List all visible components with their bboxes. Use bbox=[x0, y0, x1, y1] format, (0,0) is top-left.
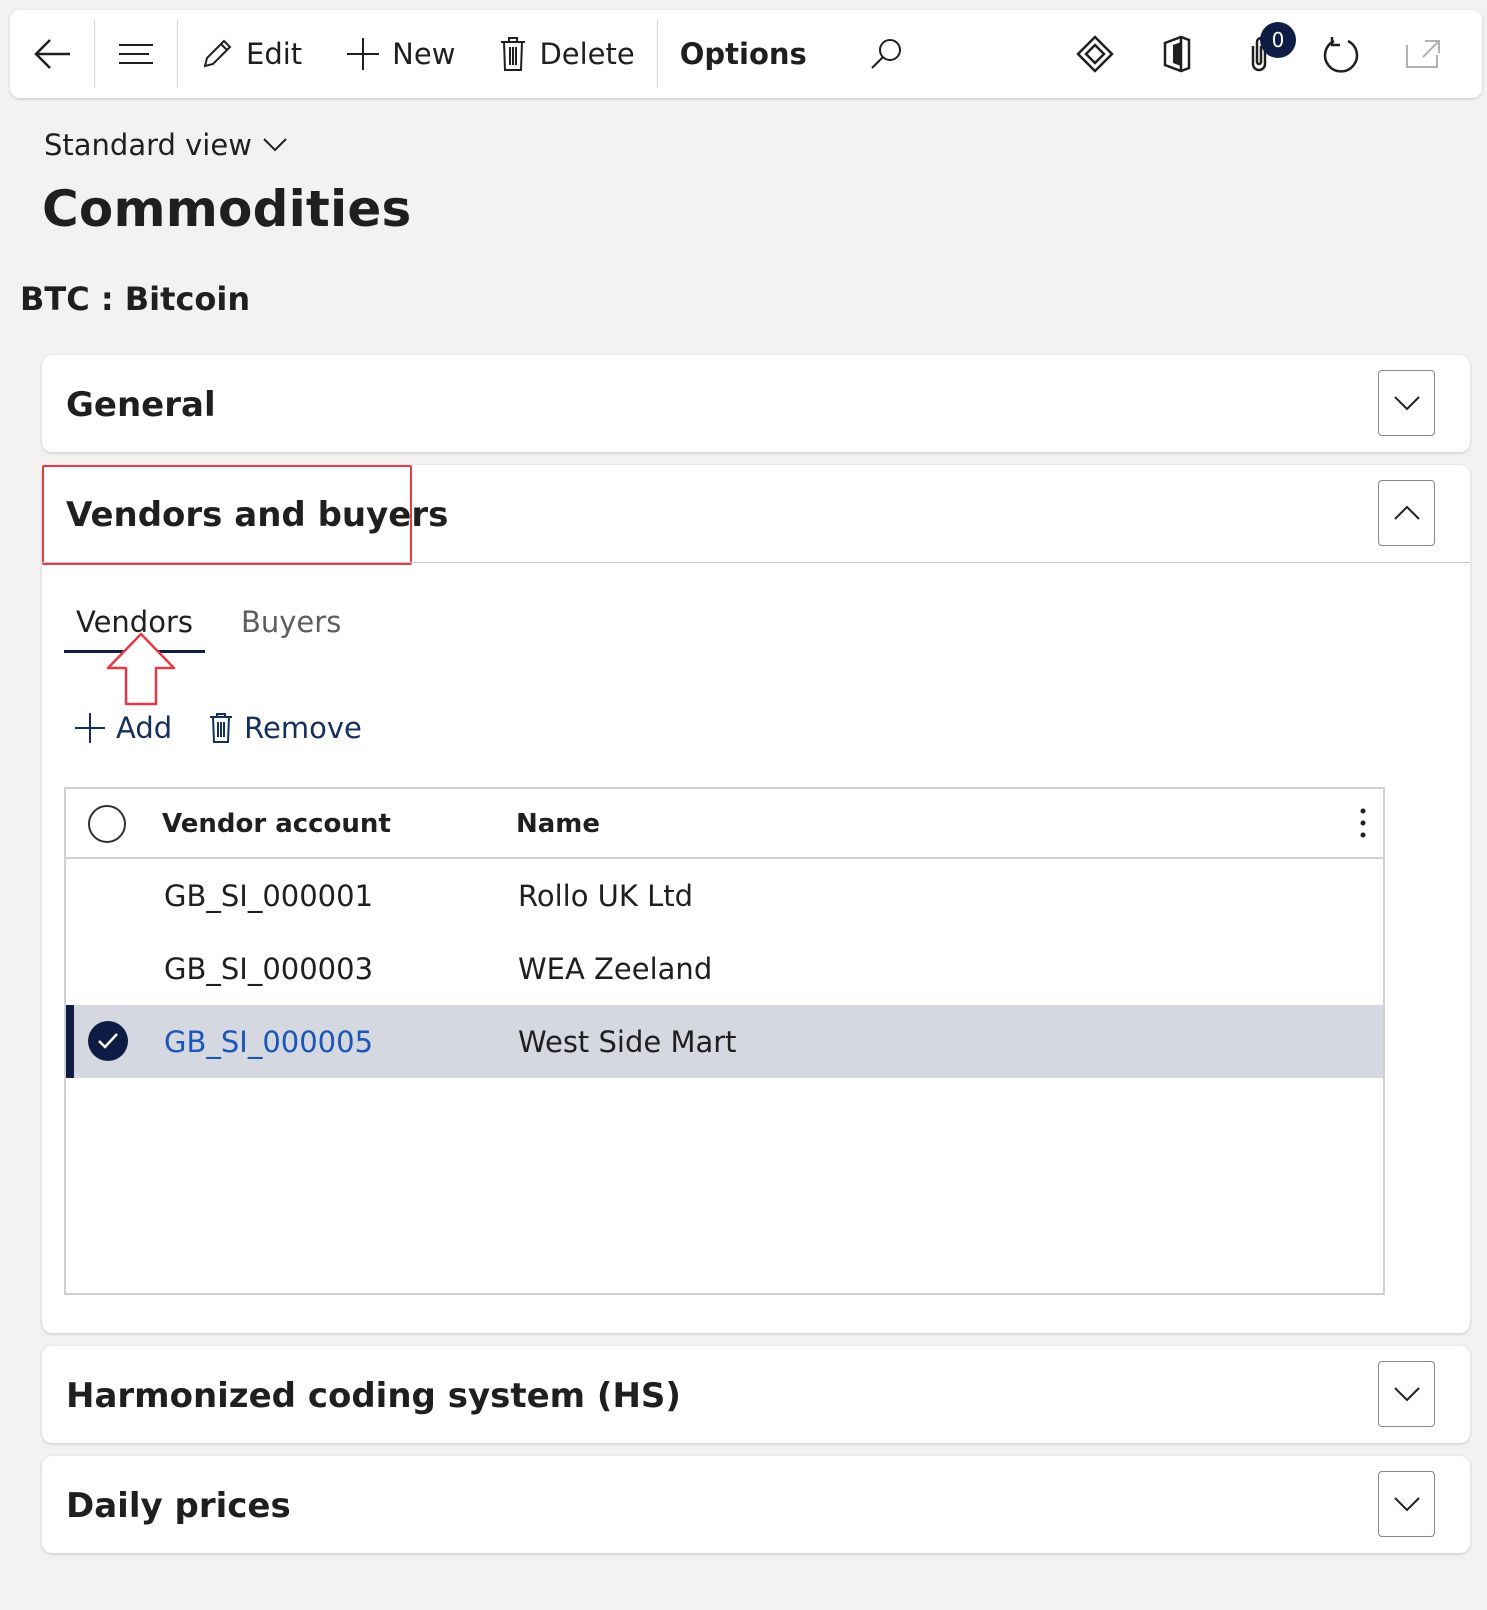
search-button[interactable] bbox=[829, 10, 925, 98]
collapse-button[interactable] bbox=[1378, 480, 1435, 546]
chevron-down-icon bbox=[1393, 396, 1420, 411]
view-selector[interactable]: Standard view bbox=[44, 128, 288, 162]
fasttab-daily-prices[interactable]: Daily prices bbox=[42, 1456, 1470, 1553]
hamburger-icon bbox=[119, 44, 153, 64]
back-arrow-icon bbox=[34, 39, 70, 69]
open-in-new-icon bbox=[1406, 40, 1440, 68]
fasttab-header[interactable]: Daily prices bbox=[42, 1456, 1470, 1553]
plus-icon bbox=[75, 713, 105, 743]
fasttab-title: General bbox=[66, 385, 216, 425]
chevron-down-icon bbox=[1393, 1497, 1420, 1512]
record-title: BTC : Bitcoin bbox=[20, 280, 251, 318]
page-title: Commodities bbox=[42, 180, 412, 238]
new-button[interactable]: New bbox=[324, 10, 477, 98]
grid-header: Vendor account Name bbox=[66, 789, 1383, 859]
attachments-badge: 0 bbox=[1260, 22, 1296, 58]
cell-name: West Side Mart bbox=[518, 1025, 737, 1059]
grid-action-bar: Add Remove bbox=[74, 711, 398, 745]
chevron-down-icon bbox=[1393, 1387, 1420, 1402]
view-selector-label: Standard view bbox=[44, 128, 252, 162]
refresh-icon bbox=[1323, 37, 1359, 73]
back-button[interactable] bbox=[10, 10, 94, 98]
fasttab-hs[interactable]: Harmonized coding system (HS) bbox=[42, 1346, 1470, 1443]
new-label: New bbox=[392, 37, 456, 71]
delete-button[interactable]: Delete bbox=[477, 10, 656, 98]
remove-button[interactable]: Remove bbox=[208, 711, 362, 745]
select-all-checkbox[interactable] bbox=[88, 805, 126, 843]
expand-button[interactable] bbox=[1378, 1471, 1435, 1537]
fasttab-header[interactable]: Harmonized coding system (HS) bbox=[42, 1346, 1470, 1443]
row-checkbox-checked[interactable] bbox=[88, 1021, 128, 1061]
attachments-button[interactable]: 0 bbox=[1218, 10, 1300, 98]
edit-label: Edit bbox=[246, 37, 303, 71]
pencil-icon bbox=[203, 39, 232, 68]
power-apps-button[interactable] bbox=[1054, 10, 1136, 98]
options-label: Options bbox=[679, 37, 807, 71]
cell-name: WEA Zeeland bbox=[518, 952, 713, 986]
column-header-vendor-account[interactable]: Vendor account bbox=[162, 809, 391, 839]
highlight-annotation bbox=[42, 465, 412, 565]
expand-button[interactable] bbox=[1378, 370, 1435, 436]
cell-vendor-account-link[interactable]: GB_SI_000005 bbox=[164, 1025, 373, 1059]
action-pane: Edit New Delete Options 0 bbox=[10, 10, 1482, 98]
trash-icon bbox=[501, 37, 526, 71]
options-button[interactable]: Options bbox=[658, 10, 829, 98]
table-row-selected[interactable]: GB_SI_000005 West Side Mart bbox=[66, 1005, 1383, 1078]
fasttab-divider bbox=[42, 562, 1470, 563]
chevron-up-icon bbox=[1393, 505, 1420, 520]
vendors-grid: Vendor account Name GB_SI_000001 Rollo U… bbox=[64, 787, 1385, 1295]
fasttab-vendors-buyers: Vendors and buyers Vendors Buyers Add Re… bbox=[42, 465, 1470, 1333]
plus-icon bbox=[347, 38, 380, 70]
checkmark-icon bbox=[98, 1033, 118, 1049]
more-vertical-icon bbox=[1360, 808, 1366, 838]
trash-icon bbox=[210, 713, 233, 743]
table-row[interactable]: GB_SI_000003 WEA Zeeland bbox=[66, 932, 1383, 1005]
fasttab-header[interactable]: General bbox=[42, 355, 1470, 452]
open-new-window-button[interactable] bbox=[1382, 10, 1464, 98]
table-row[interactable]: GB_SI_000001 Rollo UK Ltd bbox=[66, 859, 1383, 932]
add-label: Add bbox=[116, 711, 173, 745]
arrow-up-annotation-icon bbox=[106, 632, 176, 706]
search-icon bbox=[871, 39, 901, 69]
chevron-down-icon bbox=[263, 138, 287, 152]
fasttab-title: Harmonized coding system (HS) bbox=[66, 1376, 681, 1416]
menu-button[interactable] bbox=[95, 10, 177, 98]
office-icon bbox=[1163, 35, 1191, 73]
office-button[interactable] bbox=[1136, 10, 1218, 98]
fasttab-header[interactable]: Vendors and buyers bbox=[42, 465, 1470, 565]
remove-label: Remove bbox=[244, 711, 362, 745]
cell-name: Rollo UK Ltd bbox=[518, 879, 694, 913]
expand-button[interactable] bbox=[1378, 1361, 1435, 1427]
delete-label: Delete bbox=[539, 37, 635, 71]
add-button[interactable]: Add bbox=[74, 711, 172, 745]
tab-buyers[interactable]: Buyers bbox=[229, 605, 353, 653]
edit-button[interactable]: Edit bbox=[178, 10, 324, 98]
cell-vendor-account: GB_SI_000003 bbox=[164, 952, 374, 986]
fasttab-general[interactable]: General bbox=[42, 355, 1470, 452]
more-options-button[interactable] bbox=[1359, 807, 1367, 843]
column-header-name[interactable]: Name bbox=[516, 809, 600, 839]
cell-vendor-account: GB_SI_000001 bbox=[164, 879, 374, 913]
power-apps-icon bbox=[1076, 35, 1114, 73]
refresh-button[interactable] bbox=[1300, 10, 1382, 98]
fasttab-title: Daily prices bbox=[66, 1486, 291, 1526]
